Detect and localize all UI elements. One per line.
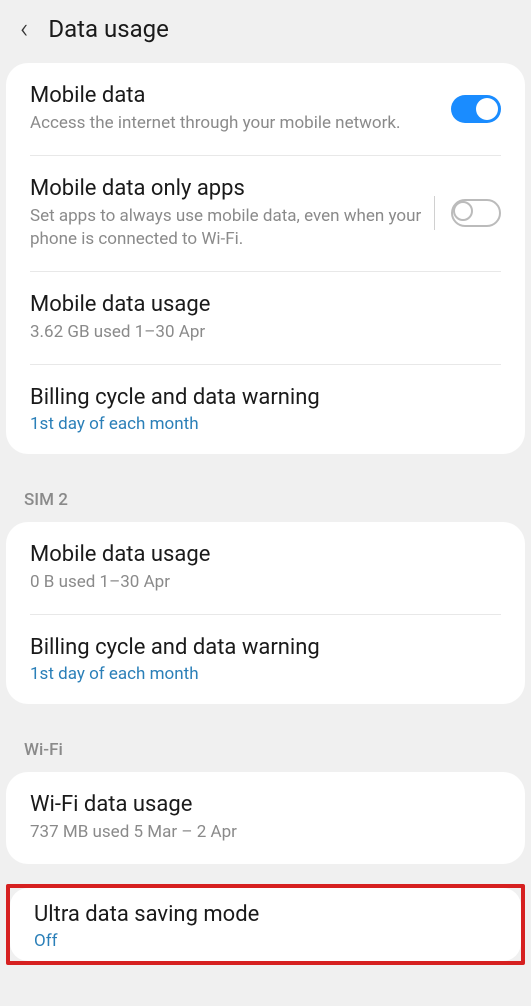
mobile-data-usage-1-title: Mobile data usage — [30, 292, 489, 317]
mobile-data-usage-2-sub: 0 B used 1–30 Apr — [30, 571, 489, 594]
card-sim1: Mobile data Access the internet through … — [6, 63, 525, 454]
row-content: Mobile data Access the internet through … — [30, 83, 451, 135]
back-icon[interactable]: ‹ — [20, 12, 28, 45]
mobile-data-only-apps-sub: Set apps to always use mobile data, even… — [30, 205, 422, 251]
card-sim2: Mobile data usage 0 B used 1–30 Apr Bill… — [6, 522, 525, 704]
page-title: Data usage — [48, 15, 169, 43]
mobile-data-sub: Access the internet through your mobile … — [30, 112, 439, 135]
row-content: Wi-Fi data usage 737 MB used 5 Mar – 2 A… — [30, 792, 501, 844]
billing-2-title: Billing cycle and data warning — [30, 635, 489, 660]
row-content: Mobile data usage 3.62 GB used 1–30 Apr — [30, 292, 501, 344]
row-content: Ultra data saving mode Off — [34, 902, 497, 951]
section-header-wifi: Wi-Fi — [0, 724, 531, 772]
row-billing-1[interactable]: Billing cycle and data warning 1st day o… — [6, 365, 525, 454]
row-mobile-data-usage-1[interactable]: Mobile data usage 3.62 GB used 1–30 Apr — [6, 272, 525, 364]
ultra-title: Ultra data saving mode — [34, 902, 485, 927]
billing-1-title: Billing cycle and data warning — [30, 385, 489, 410]
mobile-data-only-apps-toggle[interactable] — [451, 199, 501, 227]
mobile-data-usage-1-sub: 3.62 GB used 1–30 Apr — [30, 321, 489, 344]
mobile-data-toggle[interactable] — [451, 95, 501, 123]
row-wifi-usage[interactable]: Wi-Fi data usage 737 MB used 5 Mar – 2 A… — [6, 772, 525, 864]
mobile-data-only-apps-title: Mobile data only apps — [30, 176, 422, 201]
billing-2-sub: 1st day of each month — [30, 664, 489, 684]
section-header-sim2: SIM 2 — [0, 474, 531, 522]
row-billing-2[interactable]: Billing cycle and data warning 1st day o… — [6, 615, 525, 704]
row-mobile-data-usage-2[interactable]: Mobile data usage 0 B used 1–30 Apr — [6, 522, 525, 614]
row-content: Billing cycle and data warning 1st day o… — [30, 635, 501, 684]
row-mobile-data[interactable]: Mobile data Access the internet through … — [6, 63, 525, 155]
app-header: ‹ Data usage — [0, 0, 531, 63]
separator — [434, 196, 435, 230]
wifi-usage-sub: 737 MB used 5 Mar – 2 Apr — [30, 821, 489, 844]
row-content: Mobile data only apps Set apps to always… — [30, 176, 434, 251]
mobile-data-title: Mobile data — [30, 83, 439, 108]
row-content: Billing cycle and data warning 1st day o… — [30, 385, 501, 434]
row-ultra-data-saving[interactable]: Ultra data saving mode Off — [10, 888, 521, 961]
ultra-sub: Off — [34, 931, 485, 951]
card-wifi: Wi-Fi data usage 737 MB used 5 Mar – 2 A… — [6, 772, 525, 864]
billing-1-sub: 1st day of each month — [30, 414, 489, 434]
card-ultra: Ultra data saving mode Off — [10, 888, 521, 961]
toggle-wrap — [434, 196, 501, 230]
wifi-usage-title: Wi-Fi data usage — [30, 792, 489, 817]
row-content: Mobile data usage 0 B used 1–30 Apr — [30, 542, 501, 594]
mobile-data-usage-2-title: Mobile data usage — [30, 542, 489, 567]
row-mobile-data-only-apps[interactable]: Mobile data only apps Set apps to always… — [6, 156, 525, 271]
highlight-box: Ultra data saving mode Off — [6, 884, 525, 965]
